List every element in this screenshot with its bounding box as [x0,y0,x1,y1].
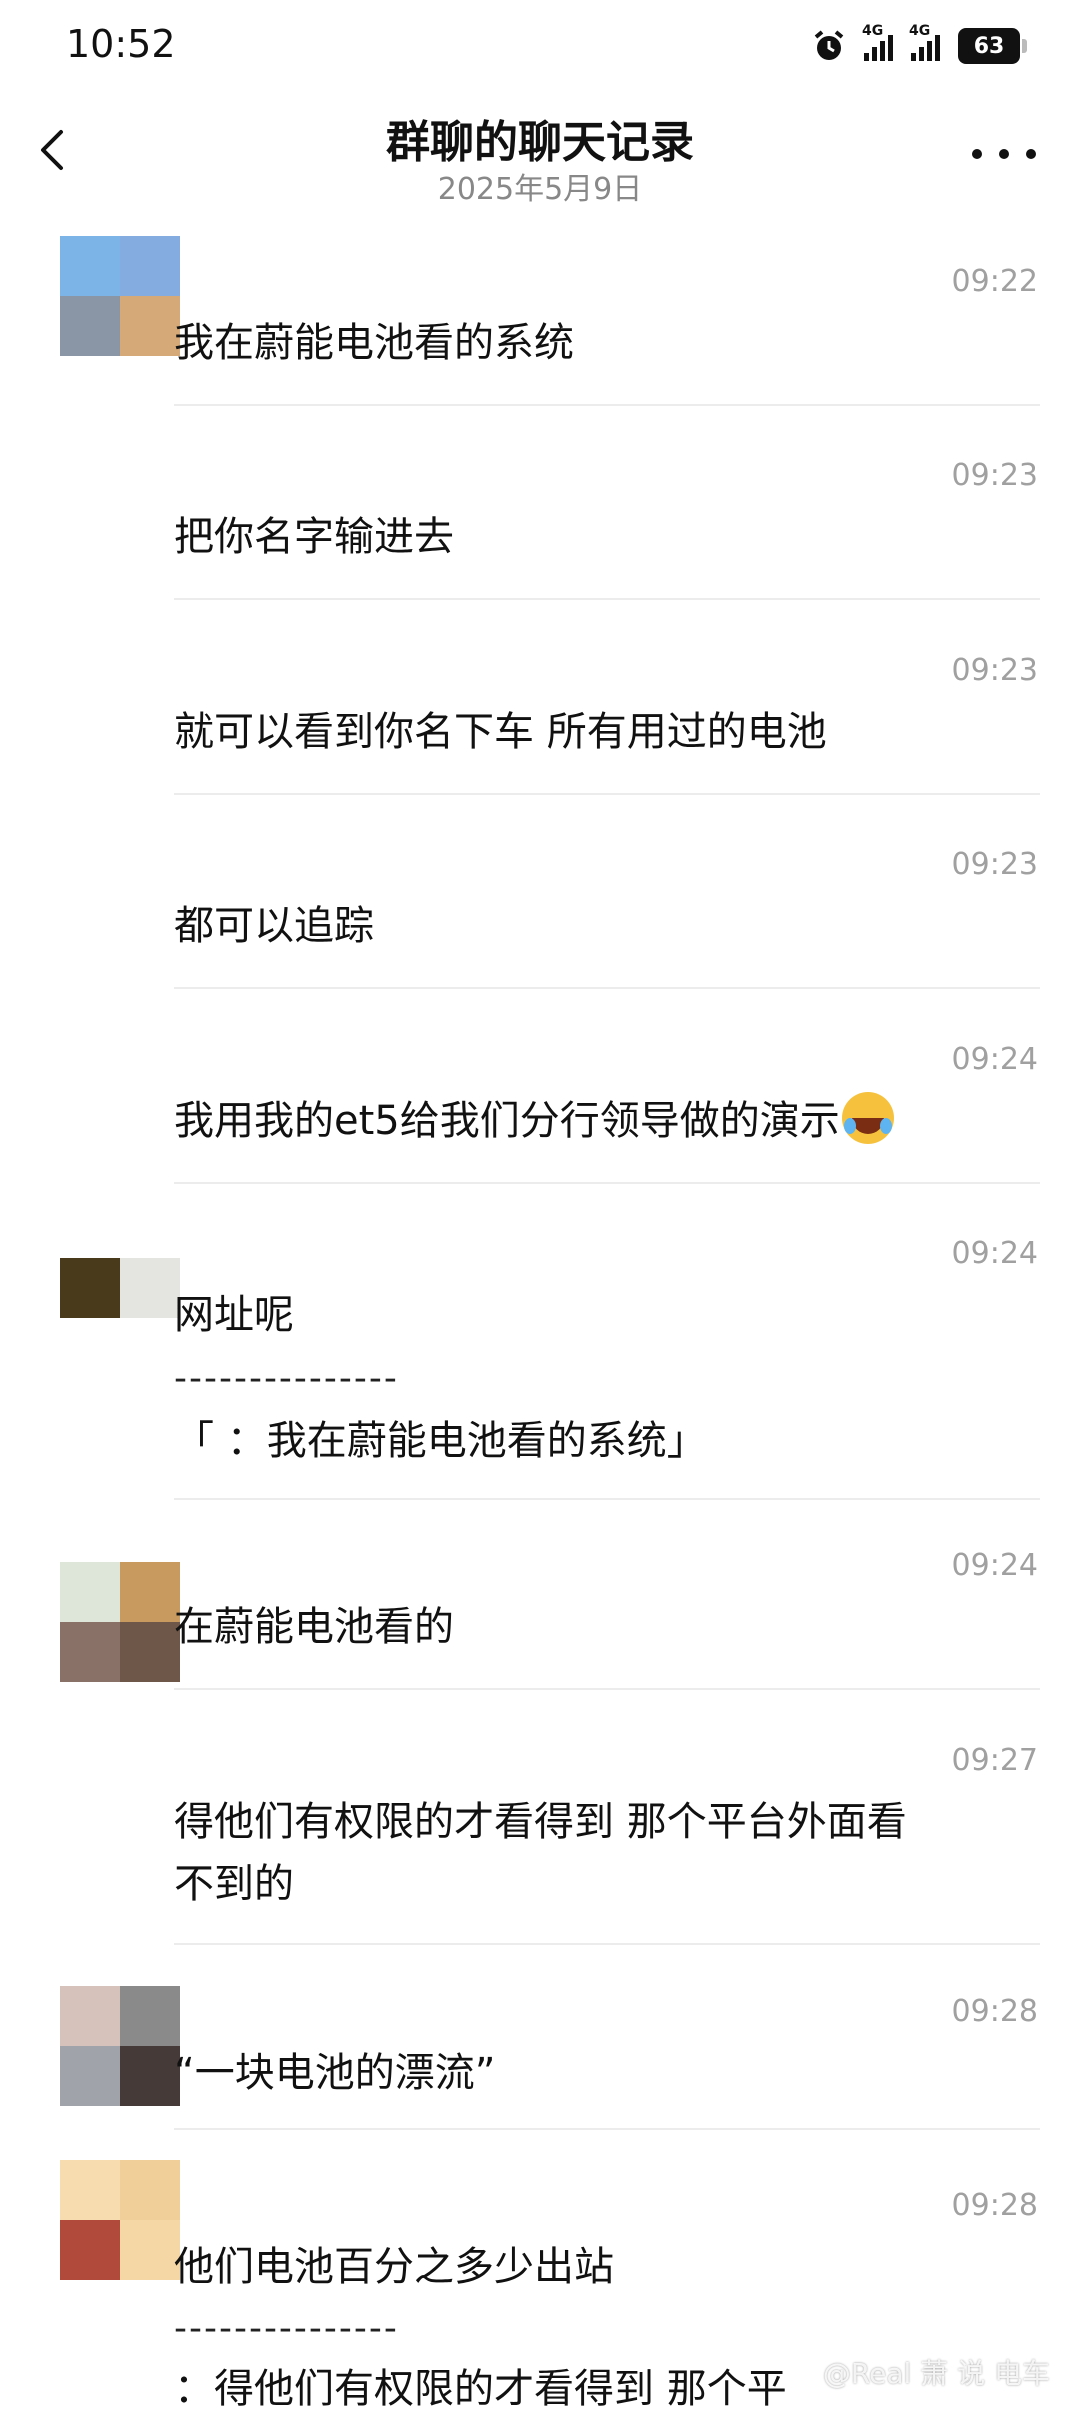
divider [174,1182,1040,1184]
message-time: 09:27 [951,1743,1038,1778]
avatar[interactable] [60,2160,180,2280]
nav-bar: 群聊的聊天记录 2025年5月9日 [0,92,1080,212]
network-label-2: 4G [909,23,931,39]
avatar[interactable] [60,236,180,356]
message-time: 09:24 [951,1548,1038,1583]
divider [174,1498,1040,1500]
avatar[interactable] [60,1562,180,1682]
status-bar: 10:52 4G 4G 63 [0,0,1080,92]
message-time: 09:28 [951,2188,1038,2223]
avatar[interactable] [60,1986,180,2106]
battery-level: 63 [973,33,1005,59]
more-dot-icon [1026,149,1036,159]
more-options-button[interactable] [972,134,1036,174]
divider [174,598,1040,600]
page-title: 群聊的聊天记录 [386,117,694,168]
message-text: 都可以追踪 [174,903,374,949]
chat-date: 2025年5月9日 [437,172,643,207]
message-text: 在蔚能电池看的 [174,1604,454,1650]
status-time: 10:52 [66,22,176,66]
message-time: 09:23 [951,847,1038,882]
message-text: 我用我的et5给我们分行领导做的演示 [174,1090,1040,1152]
message-text-content: 我用我的et5给我们分行领导做的演示 [174,1098,840,1144]
signal-icon-2: 4G [909,23,940,61]
quoted-message: 「 ：我在蔚能电池看的系统」 [174,1418,707,1464]
message-text-line-2: 不到的 [174,1861,294,1907]
quote-separator: --------------- [174,1358,399,1399]
quote-separator: --------------- [174,2308,399,2349]
divider [174,1688,1040,1690]
message-time: 09:28 [951,1994,1038,2029]
message-text: 他们电池百分之多少出站 [174,2244,614,2290]
message-text: 我在蔚能电池看的系统 [174,320,574,366]
message-text: 把你名字输进去 [174,514,454,560]
alarm-icon [814,30,844,60]
more-dot-icon [999,149,1009,159]
message-time: 09:24 [951,1042,1038,1077]
message-time: 09:23 [951,458,1038,493]
message-time: 09:23 [951,653,1038,688]
avatar[interactable] [60,1258,180,1378]
message-text-line-1: 得他们有权限的才看得到 那个平台外面看 [174,1799,907,1845]
network-label-1: 4G [862,23,884,39]
message-text: 网址呢 [174,1292,294,1338]
battery-icon: 63 [958,28,1027,64]
status-icons: 4G 4G 63 [812,23,1027,68]
divider [174,1943,1040,1945]
more-dot-icon [972,149,982,159]
message-text: 就可以看到你名下车 所有用过的电池 [174,709,827,755]
signal-icon-1: 4G [862,23,893,61]
divider [174,404,1040,406]
divider [174,2128,1040,2130]
message-time: 09:24 [951,1236,1038,1271]
divider [174,987,1040,989]
message-text: “一块电池的漂流” [174,2050,496,2096]
message-time: 09:22 [951,264,1038,299]
watermark: @Real 萧 说 电车 [822,2357,1050,2390]
divider [174,793,1040,795]
tears-of-joy-emoji-icon [841,1092,894,1144]
